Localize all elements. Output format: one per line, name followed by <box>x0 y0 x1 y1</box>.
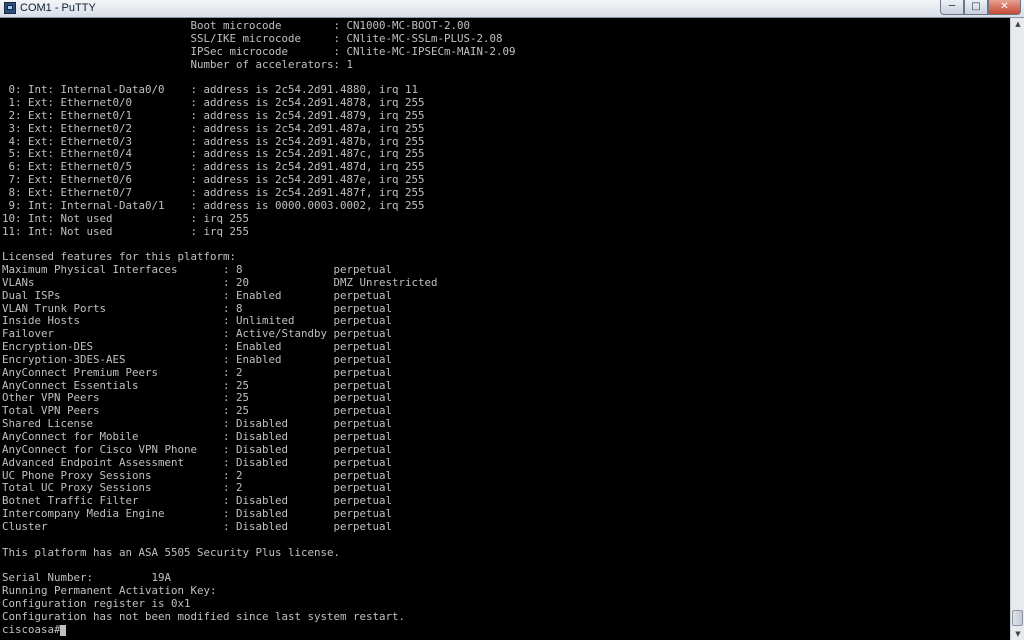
maximize-button[interactable]: □ <box>964 0 988 15</box>
terminal-line: Encryption-DES : Enabled perpetual <box>2 340 393 354</box>
terminal-line: Botnet Traffic Filter : Disabled perpetu… <box>2 494 393 508</box>
window-title: COM1 - PuTTY <box>20 2 96 14</box>
terminal-line: Configuration has not been modified sinc… <box>2 609 406 623</box>
terminal-output: Boot microcode : CN1000-MC-BOOT-2.00 SSL… <box>0 18 1010 637</box>
terminal-line: 7: Ext: Ethernet0/6 : address is 2c54.2d… <box>2 173 425 187</box>
scroll-thumb[interactable] <box>1012 610 1023 626</box>
terminal-line: Intercompany Media Engine : Disabled per… <box>2 507 393 521</box>
terminal-line: 10: Int: Not used : irq 255 <box>2 211 250 225</box>
terminal-line: Serial Number: 19A <box>2 571 172 585</box>
title-bar[interactable]: COM1 - PuTTY ─ □ ✕ <box>0 0 1024 18</box>
terminal-line: Inside Hosts : Unlimited perpetual <box>2 314 393 328</box>
putty-window: COM1 - PuTTY ─ □ ✕ Boot microcode : CN10… <box>0 0 1024 640</box>
terminal-line: AnyConnect for Cisco VPN Phone : Disable… <box>2 442 393 456</box>
close-button[interactable]: ✕ <box>988 0 1021 15</box>
terminal-line: This platform has an ASA 5505 Security P… <box>2 545 341 559</box>
terminal-line: IPSec microcode : CNlite-MC-IPSECm-MAIN-… <box>2 44 516 58</box>
terminal-line: 2: Ext: Ethernet0/1 : address is 2c54.2d… <box>2 108 425 122</box>
terminal-line: 9: Int: Internal-Data0/1 : address is 00… <box>2 198 425 212</box>
terminal-line: ciscoasa# <box>2 622 61 636</box>
terminal-line: Boot microcode : CN1000-MC-BOOT-2.00 <box>2 19 471 32</box>
terminal-line: AnyConnect Premium Peers : 2 perpetual <box>2 365 393 379</box>
terminal-line: Advanced Endpoint Assessment : Disabled … <box>2 455 393 469</box>
terminal-line: 0: Int: Internal-Data0/0 : address is 2c… <box>2 83 419 97</box>
terminal-line: VLAN Trunk Ports : 8 perpetual <box>2 301 393 315</box>
terminal-line: 3: Ext: Ethernet0/2 : address is 2c54.2d… <box>2 121 425 135</box>
scroll-down-icon[interactable]: ▼ <box>1012 628 1024 640</box>
terminal-line: Cluster : Disabled perpetual <box>2 519 393 533</box>
terminal-line: Total VPN Peers : 25 perpetual <box>2 404 393 418</box>
terminal-line: UC Phone Proxy Sessions : 2 perpetual <box>2 468 393 482</box>
terminal-line: 5: Ext: Ethernet0/4 : address is 2c54.2d… <box>2 147 425 161</box>
terminal-line: Other VPN Peers : 25 perpetual <box>2 391 393 405</box>
terminal-line: 1: Ext: Ethernet0/0 : address is 2c54.2d… <box>2 96 425 110</box>
terminal-line: VLANs : 20 DMZ Unrestricted <box>2 275 438 289</box>
putty-icon[interactable] <box>4 2 16 14</box>
terminal-line: Maximum Physical Interfaces : 8 perpetua… <box>2 263 393 277</box>
scroll-up-icon[interactable]: ▲ <box>1012 18 1024 30</box>
terminal-line: AnyConnect Essentials : 25 perpetual <box>2 378 393 392</box>
terminal-line: Running Permanent Activation Key: <box>2 584 217 598</box>
vertical-scrollbar[interactable]: ▲ ▼ <box>1010 18 1024 640</box>
terminal-line: SSL/IKE microcode : CNlite-MC-SSLm-PLUS-… <box>2 31 503 45</box>
terminal-line: AnyConnect for Mobile : Disabled perpetu… <box>2 430 393 443</box>
terminal-line: 8: Ext: Ethernet0/7 : address is 2c54.2d… <box>2 185 425 199</box>
terminal-screen[interactable]: Boot microcode : CN1000-MC-BOOT-2.00 SSL… <box>0 18 1010 640</box>
terminal-cursor <box>60 625 66 636</box>
terminal-line: Encryption-3DES-AES : Enabled perpetual <box>2 352 393 366</box>
terminal-line: Dual ISPs : Enabled perpetual <box>2 288 393 302</box>
terminal-line: Licensed features for this platform: <box>2 250 237 264</box>
terminal-line: Configuration register is 0x1 <box>2 596 191 610</box>
terminal-line: Number of accelerators: 1 <box>2 57 354 71</box>
terminal-line: 6: Ext: Ethernet0/5 : address is 2c54.2d… <box>2 160 425 174</box>
terminal-line: Shared License : Disabled perpetual <box>2 417 393 431</box>
minimize-button[interactable]: ─ <box>940 0 964 15</box>
terminal-line: 4: Ext: Ethernet0/3 : address is 2c54.2d… <box>2 134 425 148</box>
terminal-line: 11: Int: Not used : irq 255 <box>2 224 250 238</box>
terminal-line: Failover : Active/Standby perpetual <box>2 327 393 341</box>
terminal-line: Total UC Proxy Sessions : 2 perpetual <box>2 481 393 495</box>
